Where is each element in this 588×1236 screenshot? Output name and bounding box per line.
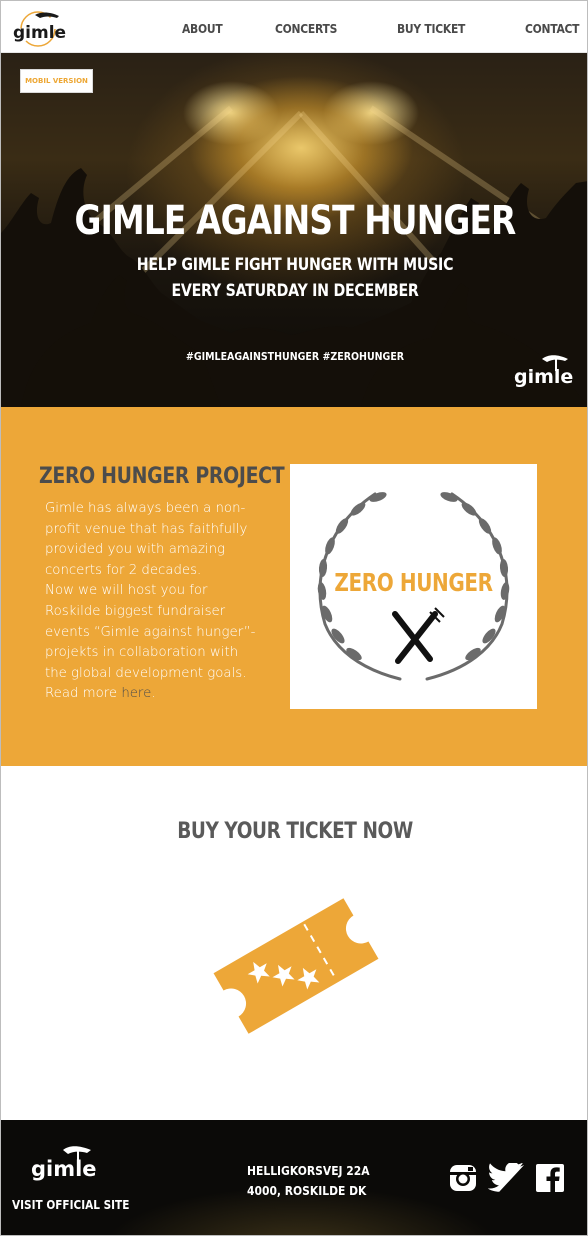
footer-gimle-logo[interactable]: gimle <box>29 1142 97 1184</box>
page: gimle ABOUT CONCERTS BUY TICKET CONTACT … <box>0 0 588 1236</box>
text-line: Roskilde biggest fundraiser <box>45 603 226 619</box>
nav-concerts[interactable]: CONCERTS <box>275 21 337 36</box>
text-line: the global development goals. <box>45 665 247 681</box>
svg-text:gimle: gimle <box>31 1157 97 1181</box>
read-more-prefix: Read more <box>45 686 122 702</box>
ticket-heading: BUY YOUR TICKET NOW <box>177 819 413 844</box>
text-line: Gimle has always been a non- <box>45 501 246 516</box>
mobile-version-badge[interactable]: MOBIL VERSION <box>20 69 93 93</box>
gimle-logo[interactable]: gimle <box>7 9 69 47</box>
fork-knife-icon <box>392 611 438 664</box>
text-line: concerts for 2 decades. <box>45 562 202 578</box>
zero-hunger-text: Gimle has always been a non- profit venu… <box>45 499 267 705</box>
address-line2: 4000, ROSKILDE DK <box>247 1183 367 1198</box>
hero-subtitle-line2: EVERY SATURDAY IN DECEMBER <box>171 281 419 300</box>
address-line1: HELLIGKORSVEJ 22A <box>247 1163 370 1178</box>
twitter-icon[interactable] <box>488 1163 524 1193</box>
visit-official-site-link[interactable]: VISIT OFFICIAL SITE <box>12 1197 129 1212</box>
zero-hunger-section: ZERO HUNGER PROJECT Gimle has always bee… <box>1 407 587 766</box>
hero-title: GIMLE AGAINST HUNGER <box>74 198 517 244</box>
svg-text:gimle: gimle <box>514 366 573 388</box>
nav-about[interactable]: ABOUT <box>182 21 223 36</box>
zero-hunger-card: ZERO HUNGER <box>290 464 537 709</box>
hero-hashtags: #GIMLEAGAINSTHUNGER #ZEROHUNGER <box>185 350 405 363</box>
logo-text: gimle <box>13 23 66 43</box>
facebook-icon[interactable] <box>535 1163 565 1193</box>
footer: gimle VISIT OFFICIAL SITE HELLIGKORSVEJ … <box>1 1120 587 1235</box>
ticket-icon[interactable] <box>206 886 386 1046</box>
instagram-icon[interactable] <box>448 1163 478 1193</box>
text-line: profit venue that has faithfully <box>45 521 248 537</box>
text-line: provided you with amazing <box>45 542 226 558</box>
hero-banner: MOBIL VERSION GIMLE AGAINST HUNGER HELP … <box>1 53 587 407</box>
zero-hunger-heading: ZERO HUNGER PROJECT <box>39 464 285 489</box>
hero-subtitle-line1: HELP GIMLE FIGHT HUNGER WITH MUSIC <box>136 255 454 274</box>
read-more-link[interactable]: here <box>121 686 151 701</box>
read-more-suffix: . <box>151 686 156 702</box>
zero-hunger-card-title: ZERO HUNGER <box>334 568 493 597</box>
text-line: projekts in collaboration with <box>45 645 239 661</box>
read-more-line: Read more here. <box>45 684 267 705</box>
text-line: Now we will host you for <box>45 583 208 599</box>
ticket-section: BUY YOUR TICKET NOW <box>1 766 587 1121</box>
hero-gimle-logo: gimle <box>514 355 573 388</box>
nav-contact[interactable]: CONTACT <box>525 21 580 36</box>
nav-buy-ticket[interactable]: BUY TICKET <box>397 21 465 36</box>
text-line: events “Gimle against hunger”- <box>45 624 256 640</box>
top-nav: gimle ABOUT CONCERTS BUY TICKET CONTACT <box>1 1 587 53</box>
